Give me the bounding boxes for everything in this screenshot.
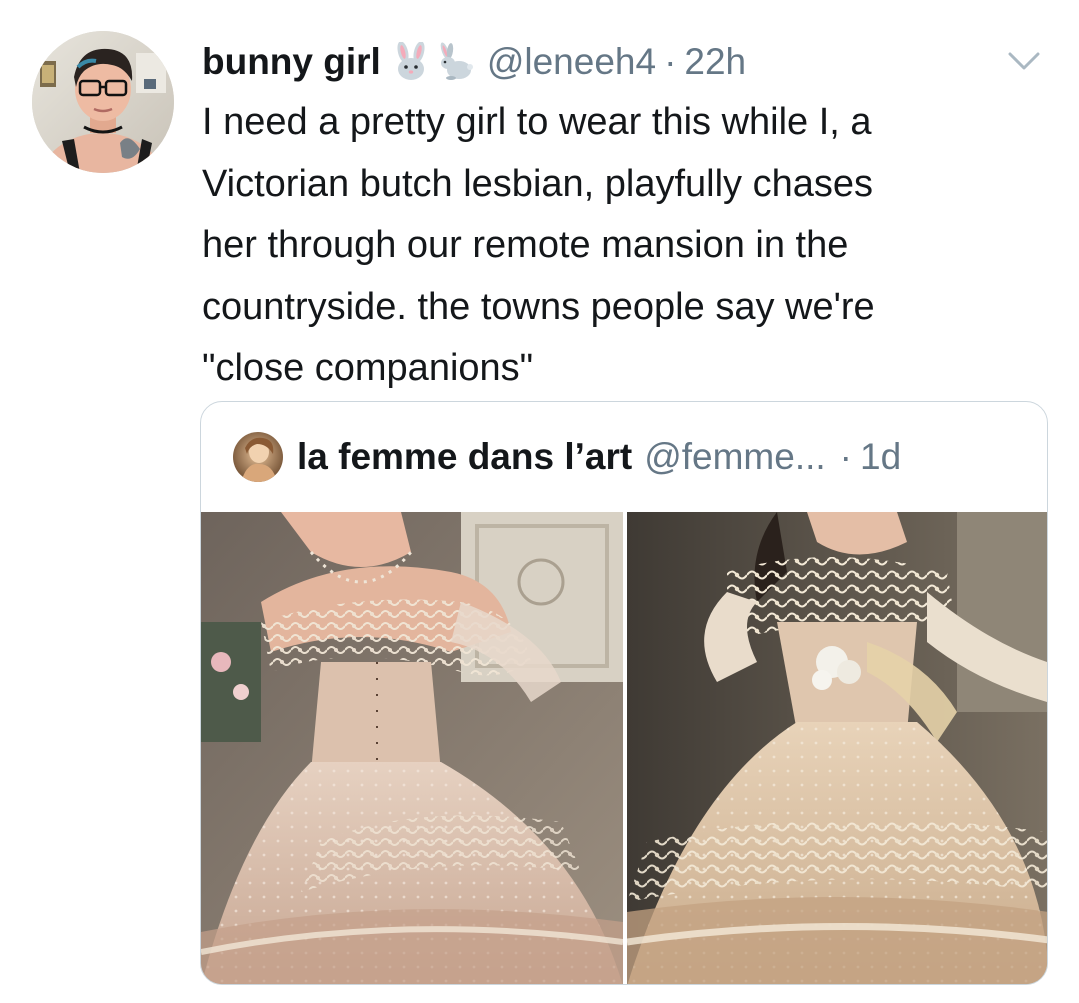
lace-gown-photo-right[interactable] (627, 512, 1047, 984)
lace-gown-photo-left[interactable] (201, 512, 623, 984)
quoted-tweet-header: la femme dans l’art @femme... · 1d (233, 429, 901, 485)
rabbit-face-icon (391, 41, 431, 82)
quoted-media-grid (201, 512, 1047, 984)
tweet-text: I need a pretty girl to wear this while … (202, 101, 875, 389)
tweet-timestamp[interactable]: 22h (684, 41, 746, 83)
chevron-down-icon[interactable] (1004, 44, 1044, 78)
quoted-author-display-name[interactable]: la femme dans l’art (297, 436, 632, 478)
tweet-header: bunny girl @leneeh4 · 22h (202, 34, 746, 90)
rabbit-icon (433, 42, 473, 82)
quoted-separator-dot: · (839, 436, 852, 477)
quoted-tweet-timestamp[interactable]: 1d (860, 436, 901, 478)
quoted-tweet-card[interactable]: la femme dans l’art @femme... · 1d (200, 401, 1048, 985)
separator-dot: · (664, 41, 677, 82)
author-avatar[interactable] (32, 31, 174, 173)
tweet[interactable]: bunny girl @leneeh4 · 22h I need a prett… (0, 0, 1079, 1003)
quoted-author-avatar (233, 432, 283, 482)
quoted-author-handle[interactable]: @femme... (644, 436, 825, 478)
author-display-name[interactable]: bunny girl (202, 41, 381, 83)
author-handle[interactable]: @leneeh4 (487, 41, 656, 83)
